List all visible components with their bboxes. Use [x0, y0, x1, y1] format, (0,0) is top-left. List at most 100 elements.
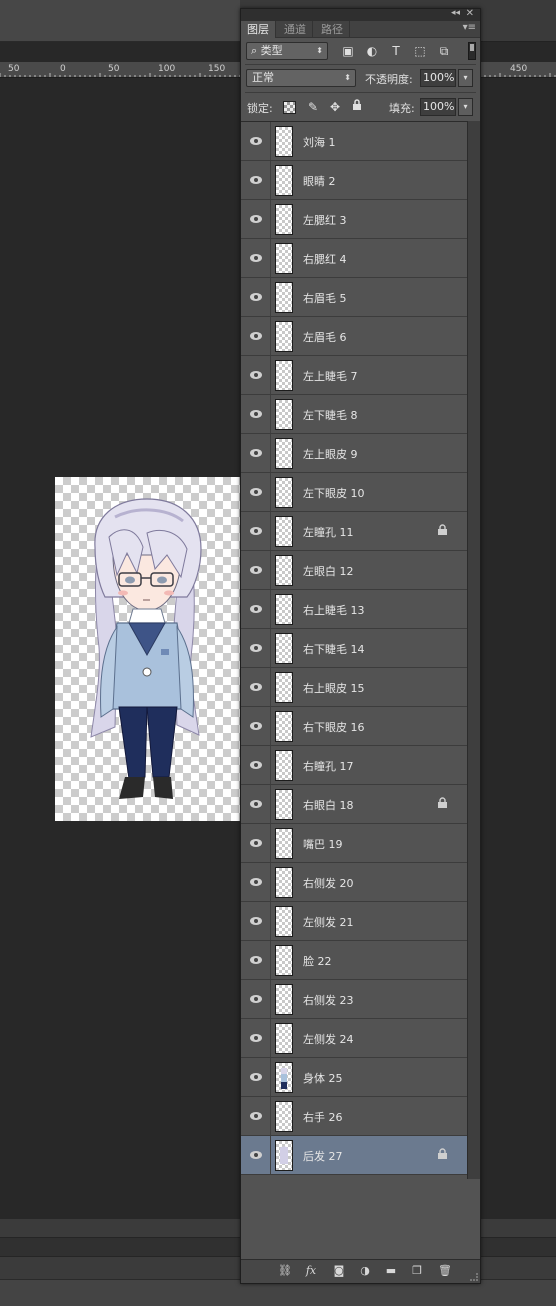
tab-paths[interactable]: 路径: [315, 21, 350, 38]
layer-name[interactable]: 左上睫毛 7: [303, 368, 358, 384]
resize-grip-icon[interactable]: [470, 1273, 478, 1281]
layer-name[interactable]: 右侧发 20: [303, 875, 354, 891]
layer-thumbnail[interactable]: [275, 750, 293, 781]
visibility-toggle[interactable]: [241, 902, 271, 940]
visibility-toggle[interactable]: [241, 746, 271, 784]
filter-toggle-switch[interactable]: [468, 42, 476, 60]
layer-thumbnail[interactable]: [275, 399, 293, 430]
delete-trash-icon[interactable]: 🗑: [437, 1263, 453, 1279]
fill-field[interactable]: 100%: [420, 98, 456, 116]
visibility-toggle[interactable]: [241, 395, 271, 433]
layer-thumbnail[interactable]: [275, 1101, 293, 1132]
lock-image-pixels-icon[interactable]: ✎: [305, 99, 321, 115]
layer-thumbnail[interactable]: [275, 360, 293, 391]
visibility-toggle[interactable]: [241, 629, 271, 667]
layer-row[interactable]: 右眼白 18: [241, 785, 467, 824]
close-icon[interactable]: ✕: [466, 8, 474, 19]
visibility-toggle[interactable]: [241, 1136, 271, 1174]
visibility-toggle[interactable]: [241, 278, 271, 316]
layer-row[interactable]: 左侧发 21: [241, 902, 467, 941]
layer-name[interactable]: 右下眼皮 16: [303, 719, 365, 735]
fill-slider-button[interactable]: ▾: [458, 98, 473, 116]
image-filter-icon[interactable]: ▣: [341, 44, 355, 58]
smart-object-filter-icon[interactable]: ⧉: [437, 44, 451, 58]
opacity-field[interactable]: 100%: [420, 69, 456, 87]
opacity-slider-button[interactable]: ▾: [458, 69, 473, 87]
lock-all-icon[interactable]: [349, 99, 365, 115]
lock-position-icon[interactable]: ✥: [327, 99, 343, 115]
layer-name[interactable]: 右瞳孔 17: [303, 758, 354, 774]
layer-row[interactable]: 左腮红 3: [241, 200, 467, 239]
layer-thumbnail[interactable]: [275, 984, 293, 1015]
layer-thumbnail[interactable]: [275, 438, 293, 469]
layer-name[interactable]: 左瞳孔 11: [303, 524, 354, 540]
add-mask-icon[interactable]: ◙: [331, 1263, 347, 1279]
layer-name[interactable]: 刘海 1: [303, 134, 336, 150]
layer-thumbnail[interactable]: [275, 1062, 293, 1093]
layer-row[interactable]: 右下睫毛 14: [241, 629, 467, 668]
document-canvas[interactable]: [55, 477, 241, 821]
lock-transparent-pixels-icon[interactable]: [283, 101, 296, 114]
collapse-icon[interactable]: ◂◂: [451, 8, 460, 18]
layer-thumbnail[interactable]: [275, 477, 293, 508]
layer-row[interactable]: 左眼白 12: [241, 551, 467, 590]
layer-thumbnail[interactable]: [275, 321, 293, 352]
visibility-toggle[interactable]: [241, 863, 271, 901]
type-filter-icon[interactable]: T: [389, 44, 403, 58]
layer-name[interactable]: 身体 25: [303, 1070, 343, 1086]
layer-row[interactable]: 右下眼皮 16: [241, 707, 467, 746]
layer-name[interactable]: 右侧发 23: [303, 992, 354, 1008]
layer-name[interactable]: 右下睫毛 14: [303, 641, 365, 657]
layer-row[interactable]: 后发 27: [241, 1136, 467, 1175]
layer-name[interactable]: 左眉毛 6: [303, 329, 347, 345]
layer-row[interactable]: 左侧发 24: [241, 1019, 467, 1058]
visibility-toggle[interactable]: [241, 668, 271, 706]
layer-row[interactable]: 左上睫毛 7: [241, 356, 467, 395]
layer-thumbnail[interactable]: [275, 633, 293, 664]
visibility-toggle[interactable]: [241, 239, 271, 277]
layer-thumbnail[interactable]: [275, 945, 293, 976]
layer-name[interactable]: 后发 27: [303, 1148, 343, 1164]
layer-row[interactable]: 左下睫毛 8: [241, 395, 467, 434]
layer-thumbnail[interactable]: [275, 1140, 293, 1171]
layer-name[interactable]: 左眼白 12: [303, 563, 354, 579]
visibility-toggle[interactable]: [241, 434, 271, 472]
visibility-toggle[interactable]: [241, 512, 271, 550]
adjustment-filter-icon[interactable]: ◐: [365, 44, 379, 58]
layer-thumbnail[interactable]: [275, 1023, 293, 1054]
visibility-toggle[interactable]: [241, 824, 271, 862]
visibility-toggle[interactable]: [241, 785, 271, 823]
layer-name[interactable]: 右手 26: [303, 1109, 343, 1125]
layer-name[interactable]: 左下眼皮 10: [303, 485, 365, 501]
visibility-toggle[interactable]: [241, 200, 271, 238]
layer-name[interactable]: 右上睫毛 13: [303, 602, 365, 618]
layer-thumbnail[interactable]: [275, 282, 293, 313]
shape-filter-icon[interactable]: ⬚: [413, 44, 427, 58]
layer-row[interactable]: 左瞳孔 11: [241, 512, 467, 551]
blend-mode-select[interactable]: 正常 ⬍: [246, 69, 356, 87]
layer-row[interactable]: 左上眼皮 9: [241, 434, 467, 473]
layer-thumbnail[interactable]: [275, 204, 293, 235]
fx-icon[interactable]: fx: [303, 1263, 319, 1279]
visibility-toggle[interactable]: [241, 317, 271, 355]
visibility-toggle[interactable]: [241, 551, 271, 589]
layer-row[interactable]: 右腮红 4: [241, 239, 467, 278]
visibility-toggle[interactable]: [241, 1058, 271, 1096]
visibility-toggle[interactable]: [241, 122, 271, 160]
layer-row[interactable]: 右眉毛 5: [241, 278, 467, 317]
layer-name[interactable]: 左侧发 24: [303, 1031, 354, 1047]
filter-type-select[interactable]: ⌕ 类型 ⬍: [246, 42, 328, 60]
layer-name[interactable]: 右上眼皮 15: [303, 680, 365, 696]
layer-name[interactable]: 嘴巴 19: [303, 836, 343, 852]
visibility-toggle[interactable]: [241, 161, 271, 199]
new-group-folder-icon[interactable]: ▬: [383, 1263, 399, 1279]
layer-row[interactable]: 右上睫毛 13: [241, 590, 467, 629]
layer-thumbnail[interactable]: [275, 516, 293, 547]
visibility-toggle[interactable]: [241, 473, 271, 511]
link-layers-icon[interactable]: ⛓: [277, 1263, 293, 1279]
layer-name[interactable]: 左侧发 21: [303, 914, 354, 930]
visibility-toggle[interactable]: [241, 941, 271, 979]
layer-row[interactable]: 右瞳孔 17: [241, 746, 467, 785]
layer-row[interactable]: 身体 25: [241, 1058, 467, 1097]
layer-row[interactable]: 右侧发 23: [241, 980, 467, 1019]
